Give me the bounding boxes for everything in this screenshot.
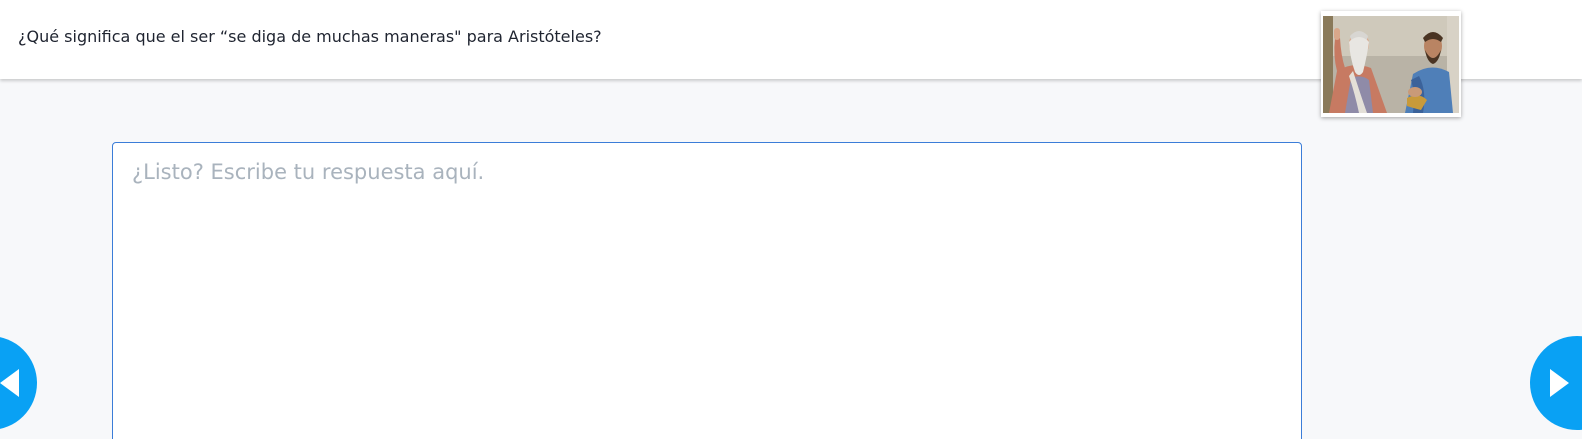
page: ¿Qué significa que el ser “se diga de mu… bbox=[0, 0, 1582, 439]
previous-button[interactable] bbox=[0, 336, 37, 430]
answer-textarea[interactable] bbox=[112, 142, 1302, 439]
triangle-right-icon bbox=[1550, 369, 1569, 397]
next-button[interactable] bbox=[1530, 336, 1582, 430]
triangle-left-icon bbox=[0, 369, 19, 397]
philosophers-avatar bbox=[1321, 11, 1461, 117]
philosophers-painting-icon bbox=[1323, 16, 1459, 113]
question-text: ¿Qué significa que el ser “se diga de mu… bbox=[18, 27, 602, 46]
